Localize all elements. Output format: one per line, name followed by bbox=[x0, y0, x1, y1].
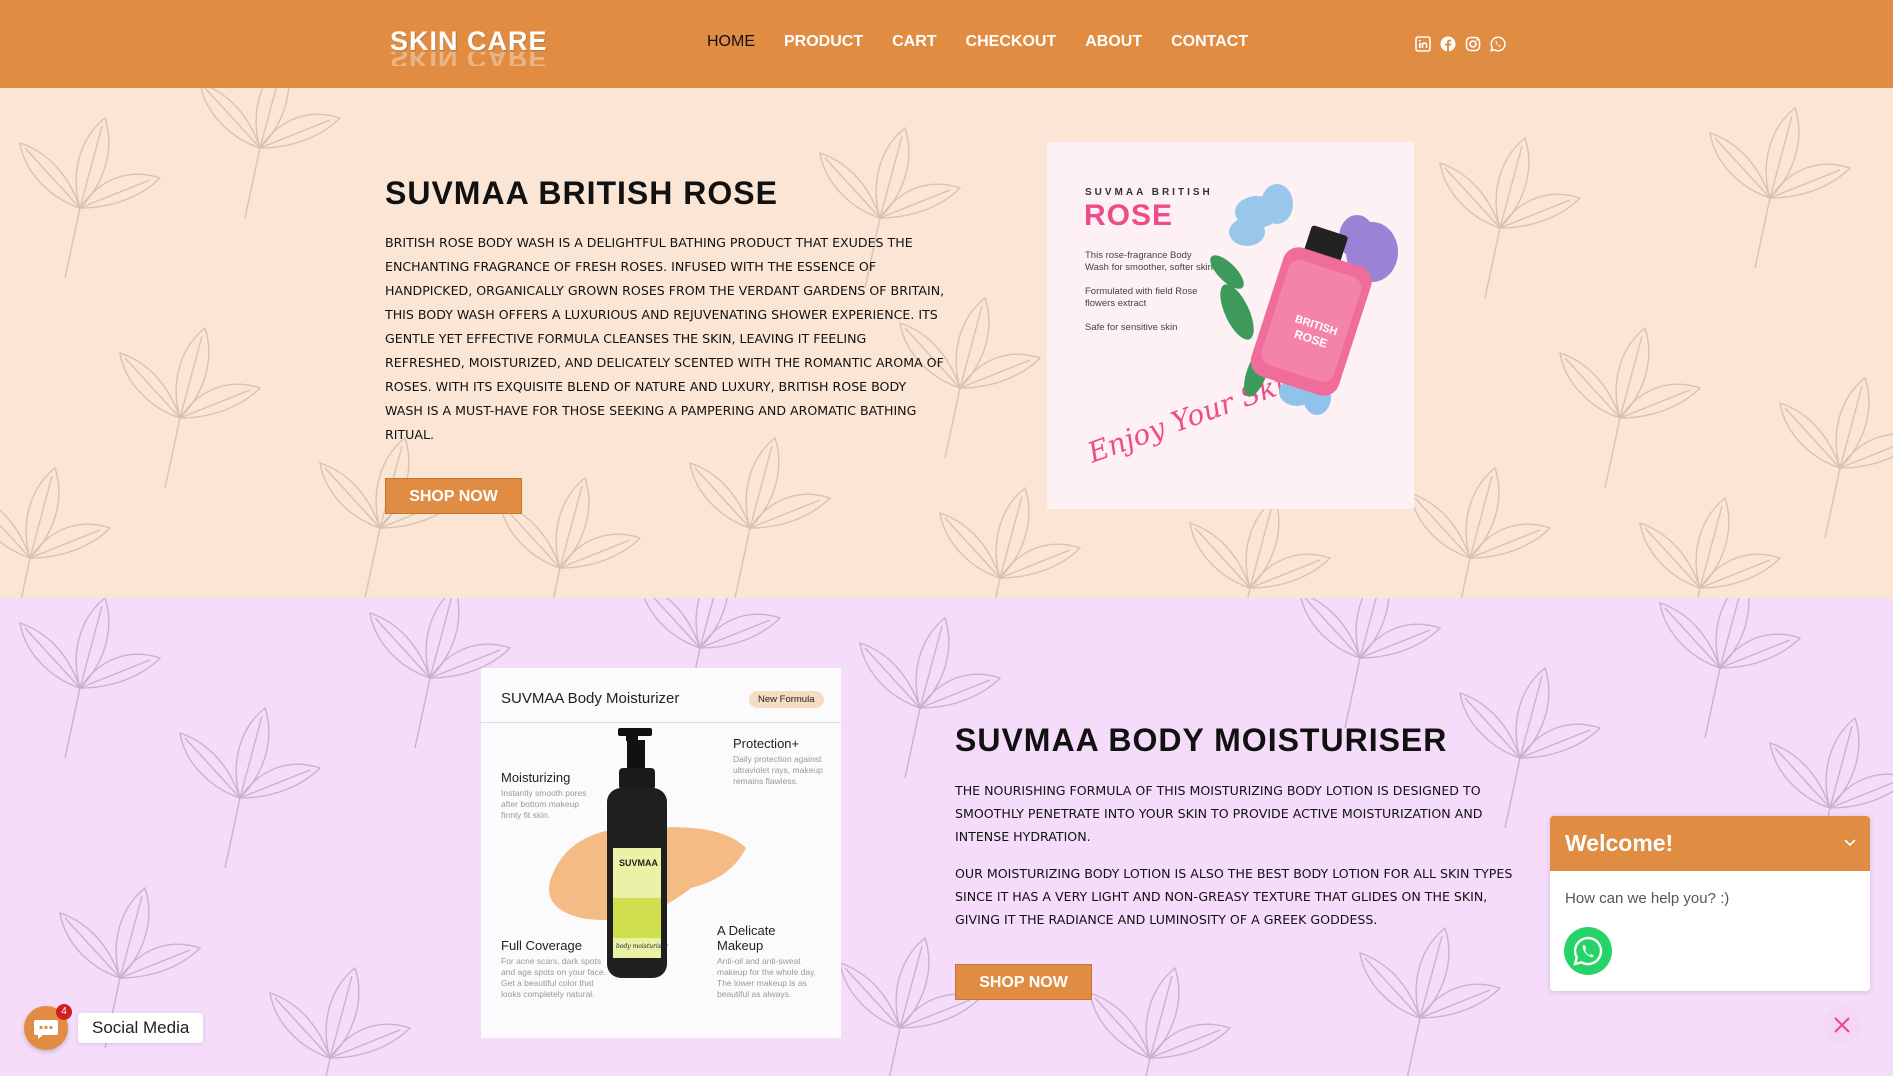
nav-checkout[interactable]: CHECKOUT bbox=[966, 33, 1057, 51]
social-media-label[interactable]: Social Media bbox=[78, 1013, 204, 1043]
close-chat-button[interactable] bbox=[1823, 1006, 1861, 1044]
chat-header[interactable]: Welcome! bbox=[1550, 816, 1870, 871]
image-product-name: ROSE bbox=[1084, 199, 1174, 232]
chat-message: How can we help you? :) bbox=[1565, 890, 1730, 907]
chat-title: Welcome! bbox=[1565, 830, 1674, 856]
image-divider bbox=[481, 722, 841, 723]
bottle-label-text: body moisturiser bbox=[616, 943, 669, 950]
image-bullet: Formulated with field Rose flowers extra… bbox=[1085, 286, 1198, 309]
nav-contact[interactable]: CONTACT bbox=[1171, 33, 1248, 51]
image-bullet: This rose-fragrance Body Wash for smooth… bbox=[1085, 250, 1213, 273]
social-links bbox=[1415, 36, 1506, 52]
site-header: SKIN CARE SKIN CARE HOME PRODUCT CART CH… bbox=[0, 0, 1893, 88]
british-rose-product-image[interactable]: SUVMAA BRITISH ROSE This rose-fragrance … bbox=[1047, 142, 1414, 509]
product-section-british-rose: SUVMAA BRITISH ROSE BRITISH ROSE BODY WA… bbox=[0, 88, 1893, 598]
social-media-float-button[interactable]: 4 bbox=[24, 1004, 72, 1050]
logo-reflection: SKIN CARE bbox=[390, 52, 548, 66]
rose-bottle-illustration: BRITISH ROSE bbox=[1210, 184, 1398, 415]
leaf-pattern-background bbox=[0, 88, 1893, 598]
whatsapp-icon bbox=[1573, 936, 1603, 966]
main-nav: HOME PRODUCT CART CHECKOUT ABOUT CONTACT bbox=[707, 33, 1277, 51]
product-description: BRITISH ROSE BODY WASH IS A DELIGHTFUL B… bbox=[385, 235, 945, 442]
chevron-down-icon[interactable] bbox=[1844, 836, 1856, 848]
image-brand-text: SUVMAA BRITISH bbox=[1085, 187, 1213, 198]
whatsapp-icon[interactable] bbox=[1490, 36, 1506, 52]
nav-cart[interactable]: CART bbox=[892, 33, 936, 51]
product-description: THE NOURISHING FORMULA OF THIS MOISTURIZ… bbox=[955, 783, 1483, 844]
shop-now-button[interactable]: SHOP NOW bbox=[385, 478, 522, 514]
chat-widget: Welcome! How can we help you? :) bbox=[1550, 816, 1870, 991]
site-logo[interactable]: SKIN CARE SKIN CARE bbox=[390, 26, 548, 66]
lotion-bottle-illustration: SUVMAA body moisturiser bbox=[549, 728, 746, 978]
product-title: SUVMAA BODY MOISTURISER bbox=[955, 722, 1448, 758]
nav-product[interactable]: PRODUCT bbox=[784, 33, 863, 51]
image-title: SUVMAA Body Moisturizer bbox=[501, 690, 680, 707]
product-description: OUR MOISTURIZING BODY LOTION IS ALSO THE… bbox=[955, 866, 1513, 927]
notification-badge: 4 bbox=[56, 1004, 72, 1020]
instagram-icon[interactable] bbox=[1465, 36, 1481, 52]
product-title: SUVMAA BRITISH ROSE bbox=[385, 175, 778, 211]
bottle-brand-text: SUVMAA bbox=[619, 858, 659, 868]
nav-about[interactable]: ABOUT bbox=[1085, 33, 1142, 51]
nav-home[interactable]: HOME bbox=[707, 33, 755, 51]
image-bullet: Safe for sensitive skin bbox=[1085, 322, 1178, 333]
linkedin-icon[interactable] bbox=[1415, 36, 1431, 52]
whatsapp-chat-button[interactable] bbox=[1564, 927, 1612, 975]
body-moisturizer-product-image[interactable]: SUVMAA Body Moisturizer New Formula Mois… bbox=[481, 668, 841, 1038]
close-icon bbox=[1834, 1017, 1850, 1033]
shop-now-button[interactable]: SHOP NOW bbox=[955, 964, 1092, 1000]
new-formula-badge: New Formula bbox=[749, 691, 824, 708]
facebook-icon[interactable] bbox=[1440, 36, 1456, 52]
